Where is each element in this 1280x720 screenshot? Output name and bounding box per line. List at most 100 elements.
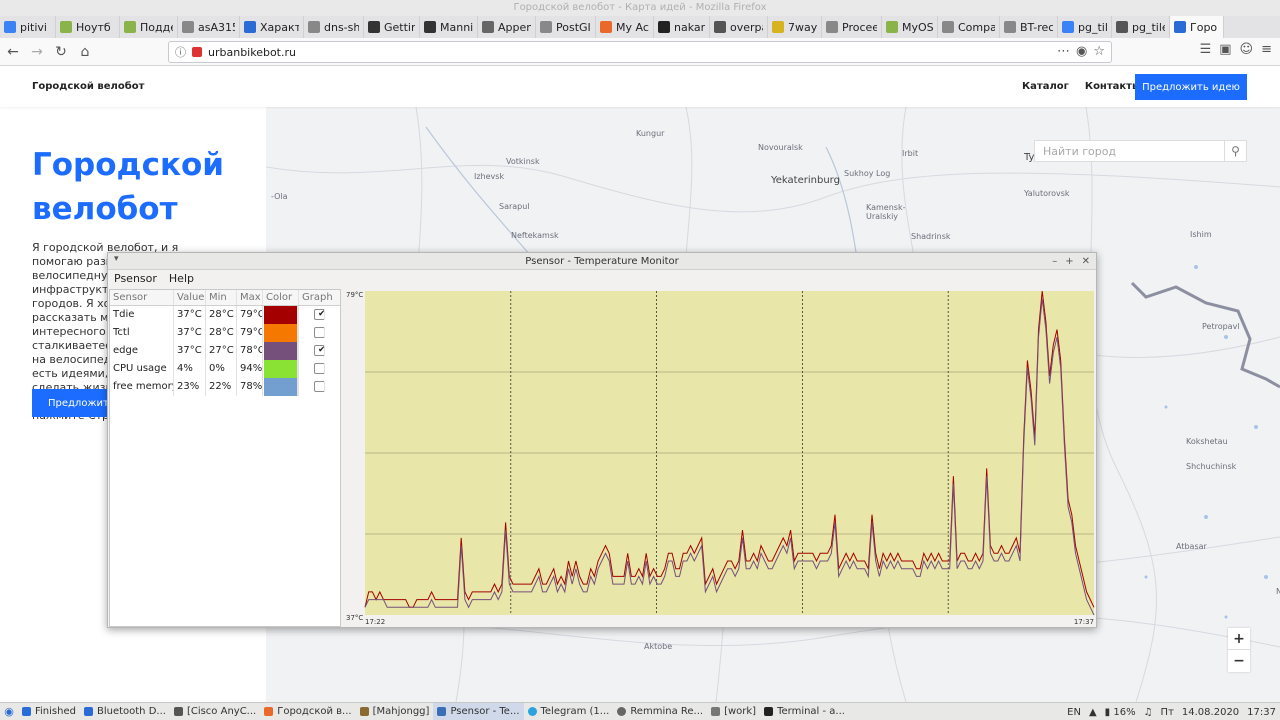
- graph-checkbox[interactable]: [314, 363, 325, 374]
- info-icon[interactable]: ⓘ: [175, 44, 186, 60]
- menu-icon[interactable]: ≡: [1261, 42, 1272, 57]
- col-graph[interactable]: Graph: [299, 290, 339, 305]
- sensor-value: 37°C: [174, 306, 206, 324]
- col-max[interactable]: Max: [237, 290, 263, 305]
- tab[interactable]: pg_tile: [1112, 16, 1170, 38]
- propose-idea-button[interactable]: Предложить идею: [1135, 74, 1247, 100]
- zoom-out-button[interactable]: −: [1228, 650, 1250, 672]
- color-swatch[interactable]: [264, 378, 298, 396]
- col-sensor[interactable]: Sensor: [110, 290, 174, 305]
- terminal-icon: [764, 707, 774, 716]
- reload-icon[interactable]: ↻: [50, 41, 72, 63]
- tab[interactable]: Ноутб: [56, 16, 120, 38]
- col-min[interactable]: Min: [206, 290, 237, 305]
- close-icon[interactable]: ✕: [1082, 253, 1090, 270]
- task-mahjongg[interactable]: [Mahjongg]: [356, 703, 434, 720]
- volume-icon[interactable]: ♫: [1144, 707, 1153, 718]
- tab[interactable]: Mannin: [420, 16, 478, 38]
- clock-day: Пт: [1160, 706, 1174, 718]
- bookmark-star-icon[interactable]: ☆: [1093, 44, 1105, 59]
- maximize-icon[interactable]: +: [1065, 253, 1073, 270]
- sensor-color-cell[interactable]: [263, 306, 299, 324]
- tab[interactable]: pitivi -: [0, 16, 56, 38]
- sensor-value: 4%: [174, 360, 206, 378]
- tab[interactable]: 7ways: [768, 16, 822, 38]
- library-icon[interactable]: ☰: [1200, 42, 1212, 57]
- task-work[interactable]: [work]: [707, 703, 760, 720]
- sensor-row[interactable]: free memory 23% 22% 78%: [110, 378, 340, 396]
- tab[interactable]: overpa: [710, 16, 768, 38]
- keyboard-layout[interactable]: EN: [1067, 707, 1081, 718]
- tab[interactable]: pg_tile: [1058, 16, 1112, 38]
- task-remmina[interactable]: Remmina Re...: [613, 703, 707, 720]
- map-city-label: Neftekamsk: [511, 231, 559, 240]
- window-menu-icon[interactable]: ▾: [114, 254, 119, 264]
- nav-contacts-link[interactable]: Контакты: [1085, 81, 1141, 92]
- color-swatch[interactable]: [264, 360, 298, 378]
- map-city-label: Sukhoy Log: [844, 169, 891, 178]
- tab[interactable]: nakart: [654, 16, 710, 38]
- sensor-min: 28°C: [206, 306, 237, 324]
- task-psensor[interactable]: Psensor - Te...: [433, 703, 524, 720]
- graph-checkbox[interactable]: ✔: [314, 309, 325, 320]
- nav-catalog-link[interactable]: Каталог: [1022, 81, 1069, 92]
- sensor-color-cell[interactable]: [263, 324, 299, 342]
- color-swatch[interactable]: [264, 342, 298, 360]
- forward-icon[interactable]: →: [26, 41, 48, 63]
- tab-bar: pitivi - Ноутб Подде asA315-42 Характ dns-sho…: [0, 16, 1280, 38]
- notification-icon[interactable]: ▲: [1089, 707, 1097, 718]
- sidebar-icon[interactable]: ▣: [1219, 42, 1231, 57]
- brand-link[interactable]: Городской велобот: [32, 81, 144, 92]
- tab[interactable]: Appen: [478, 16, 536, 38]
- task-bluetooth-finished[interactable]: Finished: [18, 703, 80, 720]
- graph-checkbox[interactable]: [314, 327, 325, 338]
- task-telegram[interactable]: Telegram (1...: [524, 703, 614, 720]
- tab[interactable]: MyOSM: [882, 16, 938, 38]
- start-menu-icon[interactable]: ◉: [0, 704, 18, 720]
- tab[interactable]: Подде: [120, 16, 178, 38]
- minimize-icon[interactable]: –: [1052, 253, 1057, 270]
- sensor-max: 78°C: [237, 342, 263, 360]
- tab[interactable]: Proceedin: [822, 16, 882, 38]
- url-text[interactable]: urbanbikebot.ru: [208, 46, 296, 59]
- graph-checkbox[interactable]: [314, 381, 325, 392]
- search-icon[interactable]: ⚲: [1224, 141, 1246, 161]
- sensor-color-cell[interactable]: [263, 342, 299, 360]
- zoom-in-button[interactable]: +: [1228, 628, 1250, 650]
- sensor-row[interactable]: edge 37°C 27°C 78°C ✔: [110, 342, 340, 360]
- color-swatch[interactable]: [264, 324, 298, 342]
- tab[interactable]: Характ: [240, 16, 304, 38]
- menu-help[interactable]: Help: [169, 272, 194, 285]
- tab-label: MyOSM: [902, 20, 933, 34]
- col-value[interactable]: Value: [174, 290, 206, 305]
- map-city-label: Yekaterinburg: [771, 175, 840, 186]
- home-icon[interactable]: ⌂: [74, 41, 96, 63]
- tab[interactable]: PostGIS 3: [536, 16, 596, 38]
- sensor-row[interactable]: Tctl 37°C 28°C 79°C: [110, 324, 340, 342]
- menu-psensor[interactable]: Psensor: [114, 272, 157, 285]
- pocket-icon[interactable]: ◉: [1076, 44, 1087, 59]
- tab[interactable]: dns-shop.: [304, 16, 364, 38]
- task-firefox[interactable]: Городской в...: [260, 703, 355, 720]
- tab[interactable]: Gettin: [364, 16, 420, 38]
- graph-checkbox[interactable]: ✔: [314, 345, 325, 356]
- task-terminal[interactable]: Terminal - a...: [760, 703, 849, 720]
- tab[interactable]: BT-receiv: [1000, 16, 1058, 38]
- city-search-input[interactable]: Найти город ⚲: [1034, 140, 1247, 162]
- url-bar[interactable]: ⓘ urbanbikebot.ru ⋯ ◉ ☆: [168, 41, 1112, 63]
- task-cisco[interactable]: [Cisco AnyC...: [170, 703, 260, 720]
- tab[interactable]: asA315-42: [178, 16, 240, 38]
- task-bluetooth[interactable]: Bluetooth D...: [80, 703, 170, 720]
- color-swatch[interactable]: [264, 306, 298, 324]
- account-icon[interactable]: ☺: [1240, 42, 1254, 57]
- col-color[interactable]: Color: [263, 290, 299, 305]
- sensor-row[interactable]: CPU usage 4% 0% 94%: [110, 360, 340, 378]
- tab[interactable]: Compatib: [938, 16, 1000, 38]
- back-icon[interactable]: ←: [2, 41, 24, 63]
- sensor-color-cell[interactable]: [263, 360, 299, 378]
- page-actions-icon[interactable]: ⋯: [1057, 44, 1070, 59]
- tab[interactable]: Горо: [1170, 16, 1224, 38]
- sensor-row[interactable]: Tdie 37°C 28°C 79°C ✔: [110, 306, 340, 324]
- tab[interactable]: My Act: [596, 16, 654, 38]
- sensor-color-cell[interactable]: [263, 378, 299, 396]
